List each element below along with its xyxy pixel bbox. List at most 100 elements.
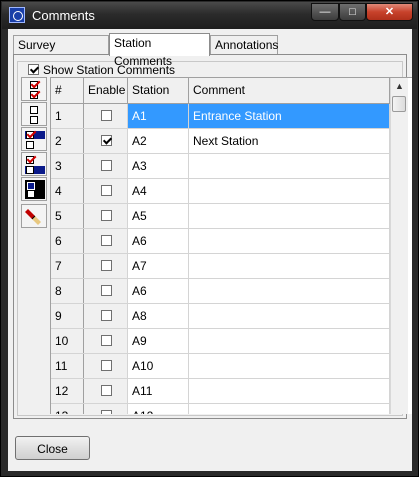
table-row[interactable]: 3 A3 [51, 154, 390, 179]
enable-cell [84, 129, 128, 153]
table-row[interactable]: 12 A11 [51, 379, 390, 404]
row-number[interactable]: 2 [51, 129, 84, 153]
station-cell[interactable]: A6 [128, 229, 189, 253]
tab-label: Annotations [215, 38, 279, 52]
enable-checkbox[interactable] [101, 110, 112, 121]
enable-cell [84, 354, 128, 378]
table-row[interactable]: 6 A6 [51, 229, 390, 254]
station-cell[interactable]: A8 [128, 304, 189, 328]
comment-cell[interactable] [189, 279, 390, 303]
enable-checkbox[interactable] [101, 235, 112, 246]
row-number[interactable]: 11 [51, 354, 84, 378]
station-cell[interactable]: A1 [128, 104, 189, 128]
row-number[interactable]: 1 [51, 104, 84, 128]
title-bar[interactable]: Comments — □ ✕ [2, 2, 417, 29]
tab-annotations[interactable]: Annotations [210, 35, 278, 55]
maximize-button[interactable]: □ [339, 3, 366, 21]
enable-checkbox[interactable] [101, 210, 112, 221]
tab-station-comments[interactable]: Station Comments [109, 33, 210, 68]
comment-cell[interactable] [189, 329, 390, 353]
row-number[interactable]: 13 [51, 404, 84, 414]
clear-comments-icon [22, 209, 46, 230]
comment-cell[interactable] [189, 254, 390, 278]
enable-checkbox[interactable] [101, 335, 112, 346]
column-header-enable[interactable]: Enable [84, 78, 128, 103]
close-window-button[interactable]: ✕ [366, 3, 413, 21]
station-cell[interactable]: A3 [128, 154, 189, 178]
scroll-up-arrow-icon[interactable]: ▲ [391, 78, 408, 95]
table-row[interactable]: 13 A12 [51, 404, 390, 414]
check-selected-button[interactable] [21, 127, 47, 151]
row-number[interactable]: 6 [51, 229, 84, 253]
station-cell[interactable]: A7 [128, 254, 189, 278]
column-header-number[interactable]: # [51, 78, 84, 103]
row-number[interactable]: 10 [51, 329, 84, 353]
enable-cell [84, 229, 128, 253]
comment-cell[interactable] [189, 179, 390, 203]
comment-cell[interactable] [189, 379, 390, 403]
table-row[interactable]: 5 A5 [51, 204, 390, 229]
enable-checkbox[interactable] [101, 160, 112, 171]
enable-checkbox[interactable] [101, 385, 112, 396]
comment-cell[interactable] [189, 354, 390, 378]
comment-cell[interactable] [189, 229, 390, 253]
column-header-comment[interactable]: Comment [189, 78, 390, 103]
comment-cell[interactable]: Entrance Station [189, 104, 390, 128]
comment-cell[interactable] [189, 204, 390, 228]
row-number[interactable]: 7 [51, 254, 84, 278]
row-number[interactable]: 8 [51, 279, 84, 303]
comment-cell[interactable] [189, 404, 390, 414]
table-row[interactable]: 4 A4 [51, 179, 390, 204]
table-row[interactable]: 7 A7 [51, 254, 390, 279]
row-number[interactable]: 5 [51, 204, 84, 228]
enable-checkbox[interactable] [101, 135, 112, 146]
minimize-icon: — [319, 6, 331, 18]
comment-cell[interactable]: Next Station [189, 129, 390, 153]
comment-cell[interactable] [189, 154, 390, 178]
station-cell[interactable]: A5 [128, 204, 189, 228]
row-number[interactable]: 9 [51, 304, 84, 328]
enable-checkbox[interactable] [101, 410, 112, 414]
minimize-button[interactable]: — [311, 3, 339, 21]
station-cell[interactable]: A10 [128, 354, 189, 378]
enable-checkbox[interactable] [101, 260, 112, 271]
clear-comments-button[interactable] [21, 204, 47, 228]
invert-selection-button[interactable] [21, 177, 47, 201]
enable-cell [84, 254, 128, 278]
enable-cell [84, 329, 128, 353]
app-icon[interactable] [9, 7, 25, 23]
enable-checkbox[interactable] [101, 185, 112, 196]
row-number[interactable]: 12 [51, 379, 84, 403]
station-cell[interactable]: A4 [128, 179, 189, 203]
enable-checkbox[interactable] [101, 360, 112, 371]
tab-survey-comments[interactable]: Survey Comments [13, 35, 109, 70]
station-cell[interactable]: A11 [128, 379, 189, 403]
select-none-button[interactable] [21, 102, 47, 126]
station-cell[interactable]: A12 [128, 404, 189, 414]
table-row[interactable]: 8 A6 [51, 279, 390, 304]
show-station-comments-checkbox[interactable] [28, 64, 39, 76]
row-number[interactable]: 4 [51, 179, 84, 203]
maximize-icon: □ [349, 6, 356, 18]
row-number[interactable]: 3 [51, 154, 84, 178]
window-title: Comments [32, 8, 95, 23]
station-cell[interactable]: A9 [128, 329, 189, 353]
table-row[interactable]: 2 A2 Next Station [51, 129, 390, 154]
dialog-body: Survey Comments Station Comments Annotat… [8, 29, 412, 471]
table-row[interactable]: 11 A10 [51, 354, 390, 379]
vertical-scrollbar[interactable]: ▲ [390, 78, 408, 414]
column-header-station[interactable]: Station [128, 78, 189, 103]
enable-cell [84, 304, 128, 328]
station-cell[interactable]: A2 [128, 129, 189, 153]
scrollbar-thumb[interactable] [392, 96, 406, 112]
comment-cell[interactable] [189, 304, 390, 328]
enable-checkbox[interactable] [101, 310, 112, 321]
table-row[interactable]: 1 A1 Entrance Station [51, 104, 390, 129]
table-row[interactable]: 9 A8 [51, 304, 390, 329]
uncheck-selected-button[interactable] [21, 152, 47, 176]
select-all-button[interactable] [21, 77, 47, 101]
station-cell[interactable]: A6 [128, 279, 189, 303]
close-button[interactable]: Close [15, 436, 90, 460]
table-row[interactable]: 10 A9 [51, 329, 390, 354]
enable-checkbox[interactable] [101, 285, 112, 296]
